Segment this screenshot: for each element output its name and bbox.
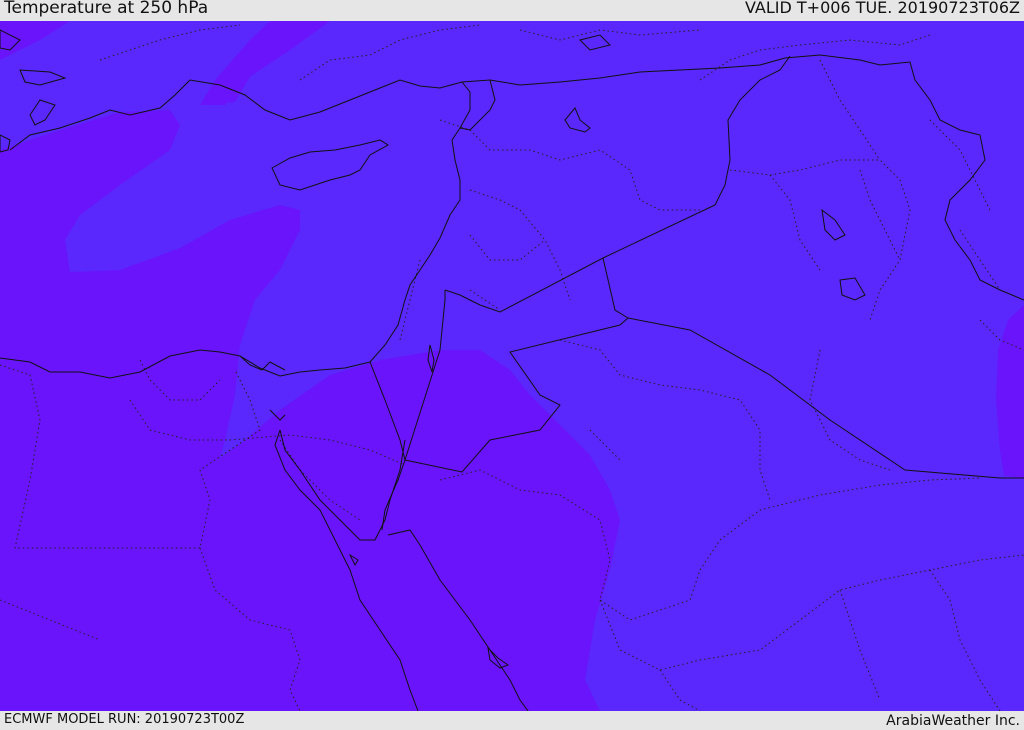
model-run-label: ECMWF MODEL RUN: 20190723T00Z (4, 712, 245, 727)
map-title: Temperature at 250 hPa (4, 0, 209, 18)
map-footer: ECMWF MODEL RUN: 20190723T00Z ArabiaWeat… (0, 711, 1024, 729)
map-header: Temperature at 250 hPa VALID T+006 TUE. … (0, 0, 1024, 21)
valid-time: VALID T+006 TUE. 20190723T06Z (744, 0, 1020, 17)
weather-map[interactable] (0, 21, 1024, 711)
credit-label: ArabiaWeather Inc. (886, 713, 1020, 729)
map-canvas (0, 21, 1024, 711)
